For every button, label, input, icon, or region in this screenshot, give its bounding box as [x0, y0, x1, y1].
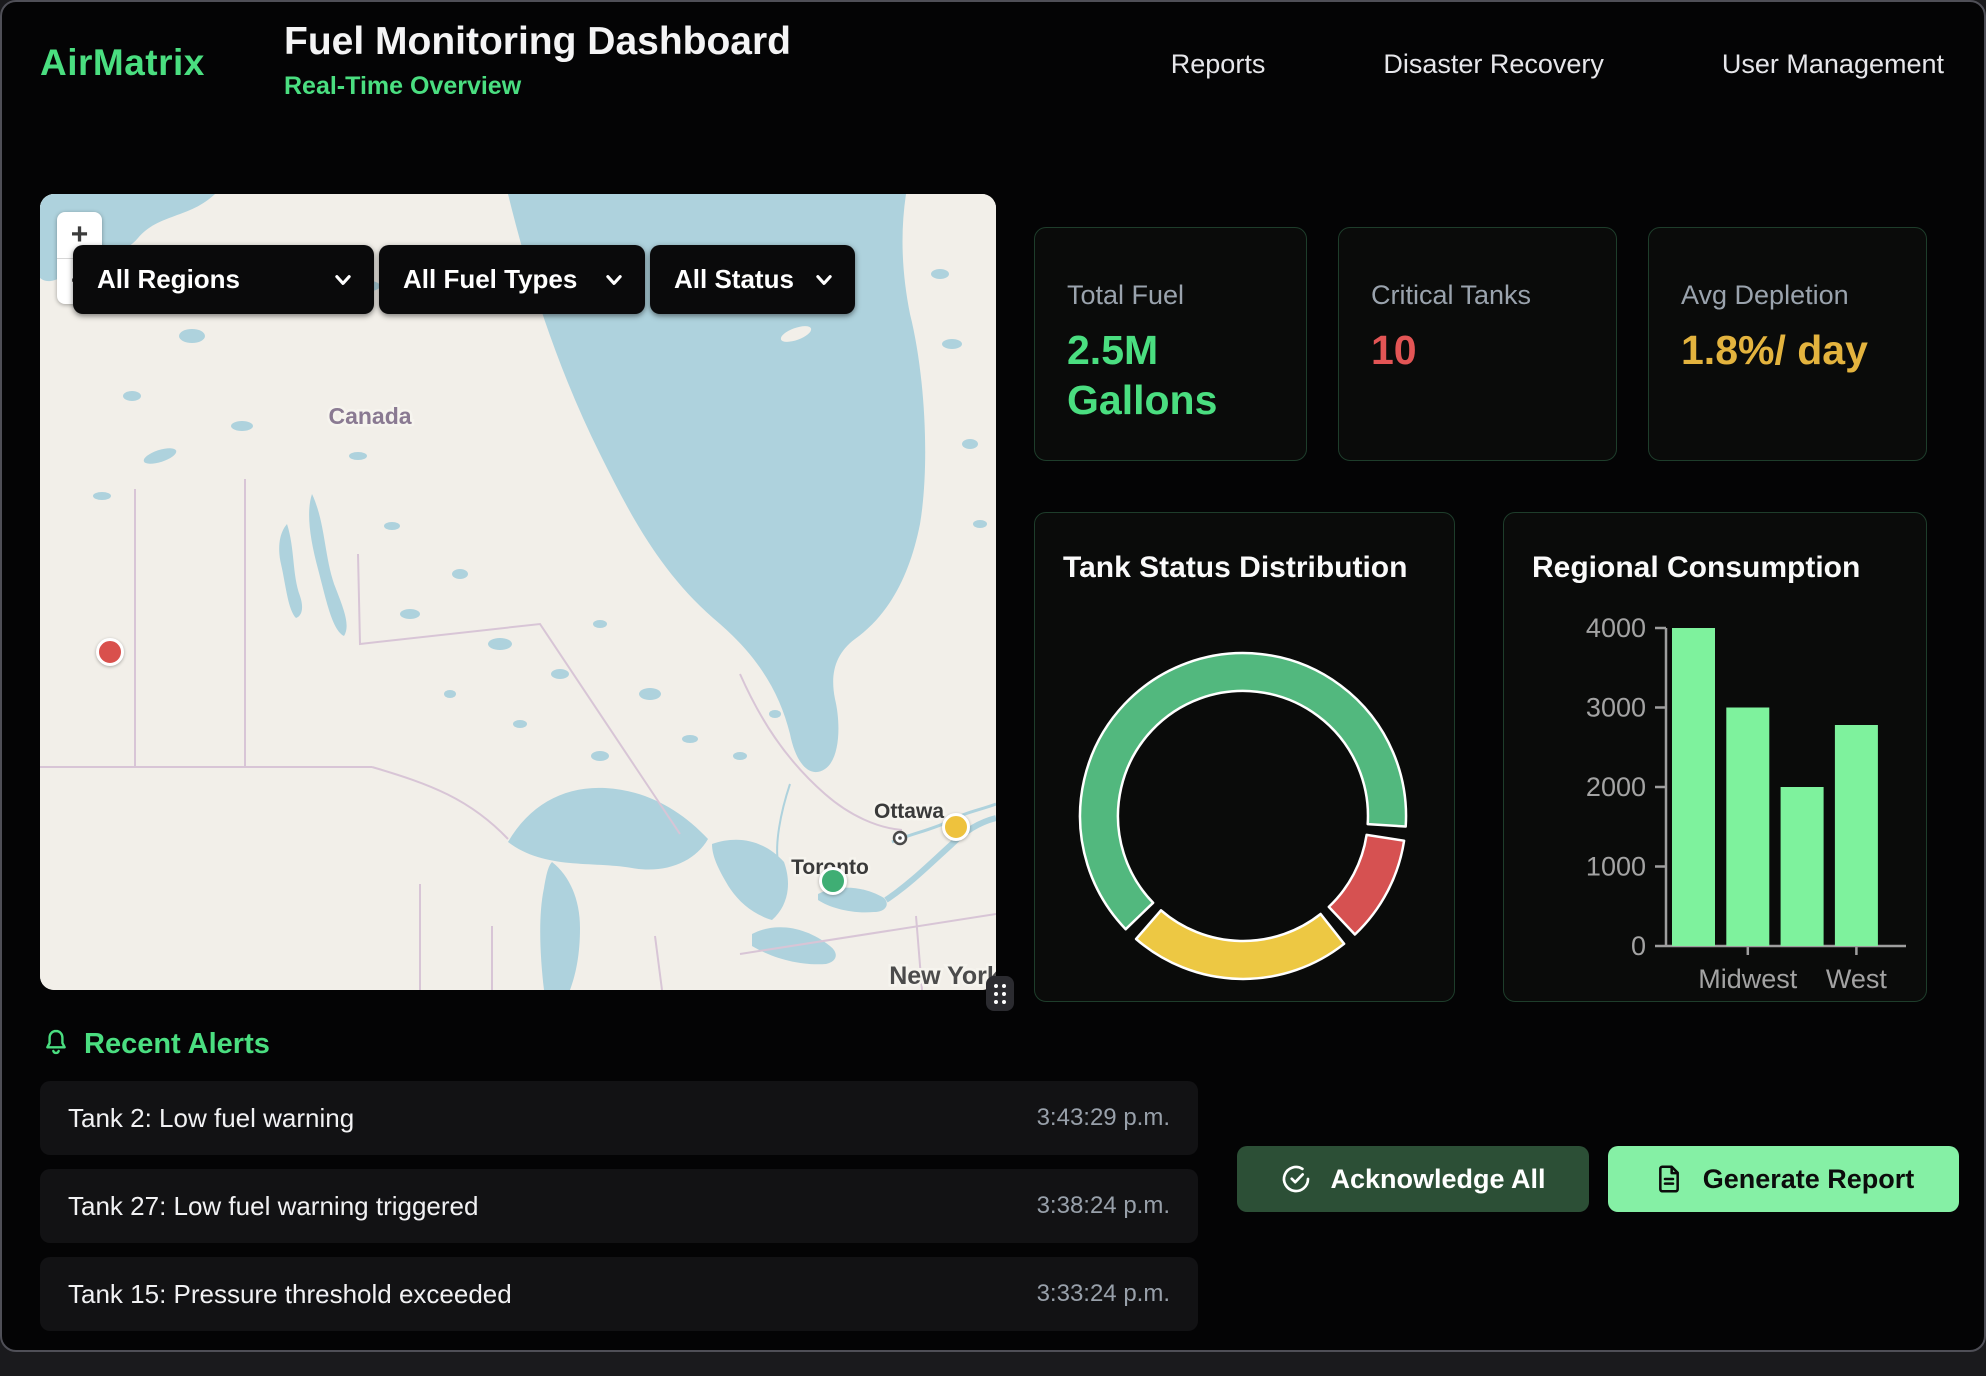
bar-2: [1781, 787, 1824, 946]
dashboard-window: AirMatrix Fuel Monitoring Dashboard Real…: [0, 0, 1986, 1352]
donut-segment-warning: [1136, 910, 1344, 979]
stat-value: 1.8%/ day: [1681, 325, 1896, 375]
stat-label: Total Fuel: [1067, 280, 1276, 311]
generate-report-label: Generate Report: [1703, 1164, 1915, 1195]
x-axis-tick-label: West: [1826, 964, 1888, 994]
y-axis-tick-label: 1000: [1586, 852, 1646, 882]
donut-segment-critical: [1329, 835, 1404, 935]
y-axis-tick-label: 3000: [1586, 693, 1646, 723]
stat-card-avg-depletion: Avg Depletion 1.8%/ day: [1648, 227, 1927, 461]
generate-report-button[interactable]: Generate Report: [1608, 1146, 1959, 1212]
check-circle-icon: [1280, 1163, 1312, 1195]
alert-text: Tank 27: Low fuel warning triggered: [68, 1191, 478, 1222]
regional-consumption-chart-card: Regional Consumption 0 1000 2000 3000 4000 Mi…: [1503, 512, 1927, 1002]
status-filter-value: All Status: [674, 264, 794, 295]
alert-text: Tank 2: Low fuel warning: [68, 1103, 354, 1134]
bar-0: [1672, 628, 1715, 946]
fuel-type-filter-value: All Fuel Types: [403, 264, 577, 295]
bell-icon: [40, 1026, 72, 1060]
nav-item-reports[interactable]: Reports: [1171, 49, 1266, 80]
page-title: Fuel Monitoring Dashboard: [284, 20, 791, 64]
regional-consumption-bar-chart: 0 1000 2000 3000 4000 Midwest West: [1504, 513, 1928, 1003]
alert-row[interactable]: Tank 2: Low fuel warning 3:43:29 p.m.: [40, 1081, 1198, 1155]
region-filter-value: All Regions: [97, 264, 240, 295]
brand-logo: AirMatrix: [40, 42, 205, 84]
alert-time: 3:38:24 p.m.: [1037, 1192, 1170, 1220]
region-filter-dropdown[interactable]: All Regions: [73, 245, 374, 314]
alert-text: Tank 15: Pressure threshold exceeded: [68, 1279, 512, 1310]
ottawa-town-dot: [898, 836, 902, 840]
tank-status-chart-card: Tank Status Distribution: [1034, 512, 1455, 1002]
bar-1: [1726, 708, 1769, 947]
alert-time: 3:43:29 p.m.: [1037, 1104, 1170, 1132]
status-filter-dropdown[interactable]: All Status: [650, 245, 855, 314]
main-nav: Reports Disaster Recovery User Managemen…: [1171, 2, 1944, 127]
alert-row[interactable]: Tank 27: Low fuel warning triggered 3:38…: [40, 1169, 1198, 1243]
stat-value: 2.5M Gallons: [1067, 325, 1276, 425]
tank-marker-warning[interactable]: [942, 813, 970, 841]
y-axis-tick-label: 4000: [1586, 613, 1646, 643]
report-document-icon: [1653, 1163, 1685, 1195]
chevron-down-icon: [813, 269, 835, 291]
alert-time: 3:33:24 p.m.: [1037, 1280, 1170, 1308]
chevron-down-icon: [603, 269, 625, 291]
acknowledge-all-label: Acknowledge All: [1330, 1164, 1545, 1195]
stat-label: Critical Tanks: [1371, 280, 1586, 311]
acknowledge-all-button[interactable]: Acknowledge All: [1237, 1146, 1589, 1212]
map-resize-grip-icon[interactable]: [986, 976, 1014, 1011]
stat-value: 10: [1371, 325, 1586, 375]
y-axis-tick-label: 0: [1631, 931, 1646, 961]
y-axis-tick-label: 2000: [1586, 772, 1646, 802]
bar-3: [1835, 725, 1878, 946]
tank-marker-critical[interactable]: [96, 638, 124, 666]
page-subtitle: Real-Time Overview: [284, 72, 791, 101]
map-label-new-york: New York: [889, 962, 996, 990]
nav-item-user-management[interactable]: User Management: [1722, 49, 1944, 80]
map-label-country: Canada: [328, 403, 411, 429]
stat-card-critical-tanks: Critical Tanks 10: [1338, 227, 1617, 461]
chevron-down-icon: [332, 269, 354, 291]
chart-title: Tank Status Distribution: [1063, 551, 1407, 585]
fuel-type-filter-dropdown[interactable]: All Fuel Types: [379, 245, 645, 314]
nav-item-disaster-recovery[interactable]: Disaster Recovery: [1383, 49, 1604, 80]
stat-card-total-fuel: Total Fuel 2.5M Gallons: [1034, 227, 1307, 461]
stat-label: Avg Depletion: [1681, 280, 1896, 311]
map-canvas[interactable]: Canada Ottawa Toronto New York + − All R…: [40, 194, 996, 990]
map-label-ottawa: Ottawa: [874, 800, 944, 823]
alerts-heading: Recent Alerts: [84, 1028, 270, 1061]
title-block: Fuel Monitoring Dashboard Real-Time Over…: [284, 20, 791, 101]
tank-status-donut-chart: [1035, 513, 1456, 1003]
chart-title: Regional Consumption: [1532, 551, 1860, 585]
alert-row[interactable]: Tank 15: Pressure threshold exceeded 3:3…: [40, 1257, 1198, 1331]
tank-marker-normal[interactable]: [819, 867, 847, 895]
x-axis-tick-label: Midwest: [1698, 964, 1798, 994]
